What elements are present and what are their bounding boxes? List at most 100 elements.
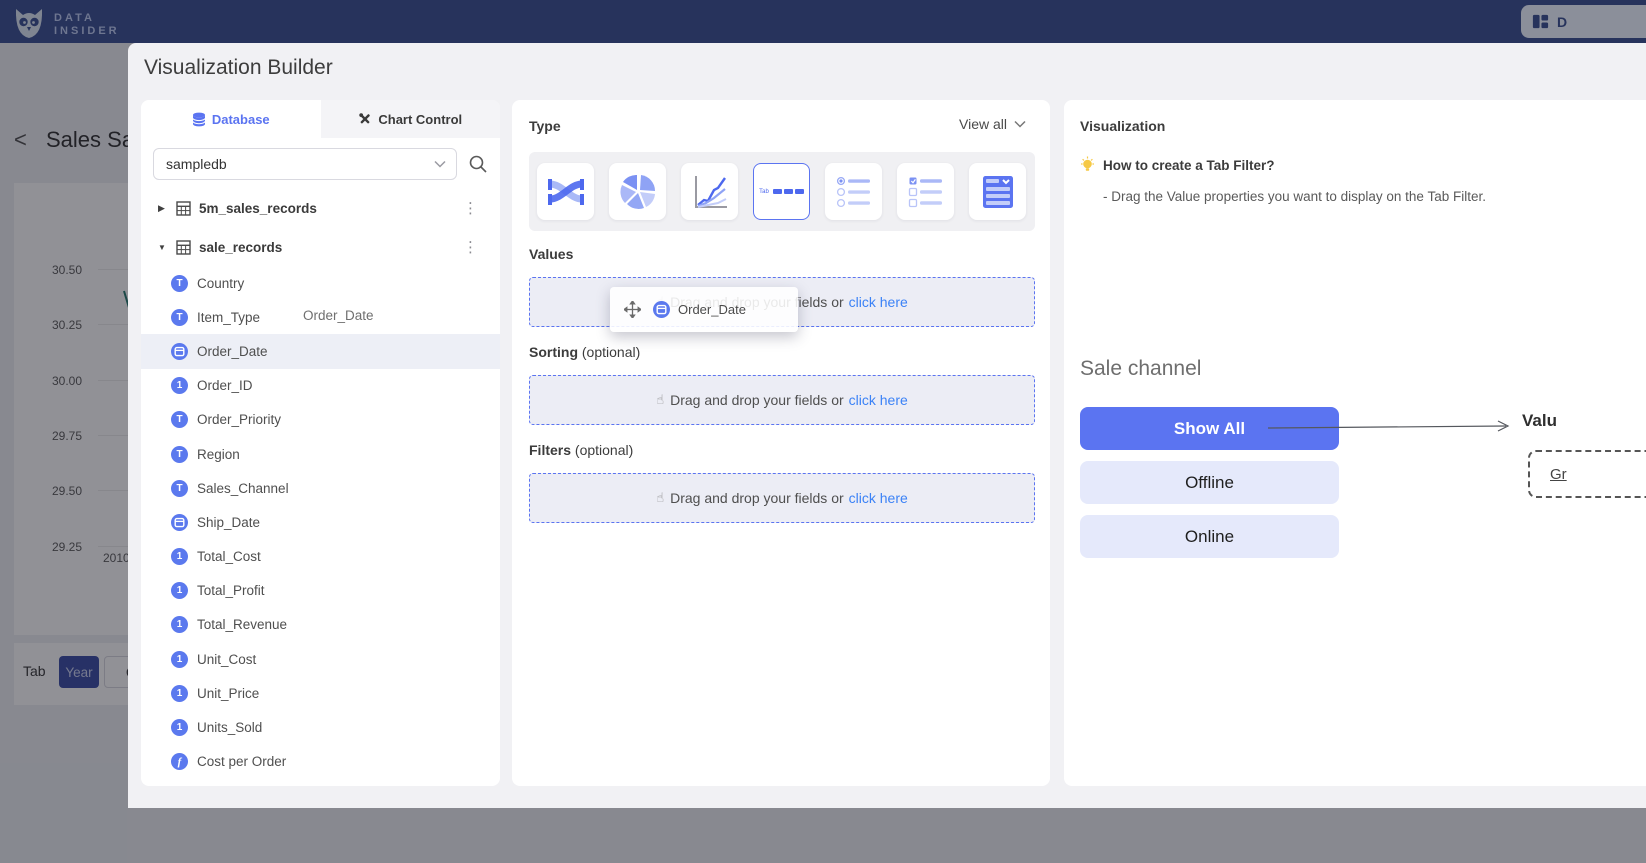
field-row[interactable]: T Region [141,437,500,471]
tip-body: - Drag the Value properties you want to … [1103,189,1486,204]
drag-ghost-label: Order_Date [303,308,374,323]
builder-panel: Type View all [512,100,1050,786]
view-all-dropdown[interactable]: View all [959,116,1026,132]
tab-chart-control-label: Chart Control [378,112,462,127]
tools-icon [358,112,372,126]
annotation-value-label: Valu [1522,411,1557,431]
chart-type-dropdown-table[interactable] [969,163,1026,220]
field-row[interactable]: 1 Total_Cost [141,540,500,574]
field-row[interactable]: 1 Unit_Price [141,676,500,710]
field-row[interactable]: Ship_Date [141,505,500,539]
field-row[interactable]: 1 Total_Revenue [141,608,500,642]
field-row[interactable]: 1 Order_ID [141,369,500,403]
tip-title: How to create a Tab Filter? [1103,158,1275,173]
chart-type-checkbox-list[interactable] [897,163,954,220]
chevron-down-icon [1014,120,1026,128]
field-list: T Country T Item_Type Order_Date 1 Order… [141,266,500,779]
table-icon [176,201,191,216]
table-row-5m-sales-records[interactable]: ▶ 5m_sales_records ⋮ [141,191,500,225]
number-field-icon: 1 [171,651,188,668]
number-field-icon: 1 [171,719,188,736]
number-field-icon: 1 [171,685,188,702]
text-field-icon: T [171,309,188,326]
pie-chart-icon [618,172,658,212]
click-here-link[interactable]: click here [849,392,908,408]
left-panel-tabs: Database Chart Control [141,100,500,138]
click-here-link[interactable]: click here [849,490,908,506]
annotation-arrow [1268,420,1516,434]
tab-filter-icon: Tab [759,189,804,195]
search-icon[interactable] [468,154,488,174]
number-field-icon: 1 [171,548,188,565]
annotation-group-link[interactable]: Gr [1550,466,1567,483]
number-field-icon: 1 [171,582,188,599]
field-row[interactable]: 1 Total_Profit [141,574,500,608]
number-field-icon: 1 [171,616,188,633]
database-select-value: sampledb [166,156,227,172]
chart-type-tab-filter[interactable]: Tab [753,163,810,220]
app-logo-text: DATA INSIDER [54,12,120,38]
field-row[interactable]: T Country [141,266,500,300]
kebab-menu-icon[interactable]: ⋮ [463,238,478,256]
type-section-label: Type [529,118,561,134]
dragged-chip-label: Order_Date [678,302,746,317]
online-button[interactable]: Online [1080,515,1339,558]
tab-database-label: Database [212,112,270,127]
date-field-icon [171,514,188,531]
table-name: 5m_sales_records [199,201,317,216]
field-row[interactable]: f Cost per Order [141,745,500,779]
top-navbar: DATA INSIDER D [0,0,1646,43]
text-field-icon: T [171,446,188,463]
visualization-panel: Visualization How to create a Tab Filter… [1064,100,1646,786]
click-here-link[interactable]: click here [849,294,908,310]
field-row-selected[interactable]: Order_Date [141,334,500,368]
date-field-icon [171,343,188,360]
text-field-icon: T [171,275,188,292]
table-icon [176,240,191,255]
move-icon [624,301,641,318]
visualization-builder-modal: Visualization Builder Database [128,43,1646,808]
database-select[interactable]: sampledb [153,148,457,180]
table-name: sale_records [199,240,282,255]
hand-drag-icon: ☝ [656,490,664,506]
database-panel: Database Chart Control sampledb [141,100,500,786]
radio-list-icon [834,172,874,212]
modal-title: Visualization Builder [144,56,333,80]
dragged-field-chip[interactable]: Order_Date [610,287,798,332]
chart-type-pie[interactable] [609,163,666,220]
dashboard-button-label: D [1557,14,1567,30]
chevron-down-icon [434,160,446,168]
tab-database[interactable]: Database [141,100,321,138]
sorting-section-label: Sorting (optional) [529,344,640,360]
dashboard-button[interactable]: D [1521,5,1646,38]
line-chart-icon [690,172,730,212]
chart-type-strip: Tab [529,152,1035,231]
tab-chart-control[interactable]: Chart Control [321,100,501,138]
kebab-menu-icon[interactable]: ⋮ [463,199,478,217]
offline-button[interactable]: Offline [1080,461,1339,504]
field-row[interactable]: 1 Units_Sold [141,710,500,744]
text-field-icon: T [171,480,188,497]
number-field-icon: 1 [171,377,188,394]
checkbox-list-icon [906,172,946,212]
chart-type-line[interactable] [681,163,738,220]
visualization-header: Visualization [1080,118,1165,134]
field-row[interactable]: T Sales_Channel [141,471,500,505]
caret-right-icon[interactable]: ▶ [158,203,170,214]
chart-type-radio-list[interactable] [825,163,882,220]
sorting-dropzone[interactable]: ☝ Drag and drop your fields or click her… [529,375,1035,425]
field-row[interactable]: 1 Unit_Cost [141,642,500,676]
field-row[interactable]: T Order_Priority [141,403,500,437]
values-section-label: Values [529,246,573,262]
caret-down-icon[interactable]: ▼ [158,243,170,252]
filters-section-label: Filters (optional) [529,442,633,458]
table-row-sale-records[interactable]: ▼ sale_records ⋮ [141,230,500,264]
filters-dropzone[interactable]: ☝ Drag and drop your fields or click her… [529,473,1035,523]
function-field-icon: f [171,753,188,770]
dashboard-icon [1531,12,1550,31]
date-field-icon [653,301,670,318]
annotation-group-box: Gr [1528,450,1646,498]
lightbulb-icon [1080,156,1095,174]
database-icon [192,112,206,127]
chart-type-sankey[interactable] [537,163,594,220]
